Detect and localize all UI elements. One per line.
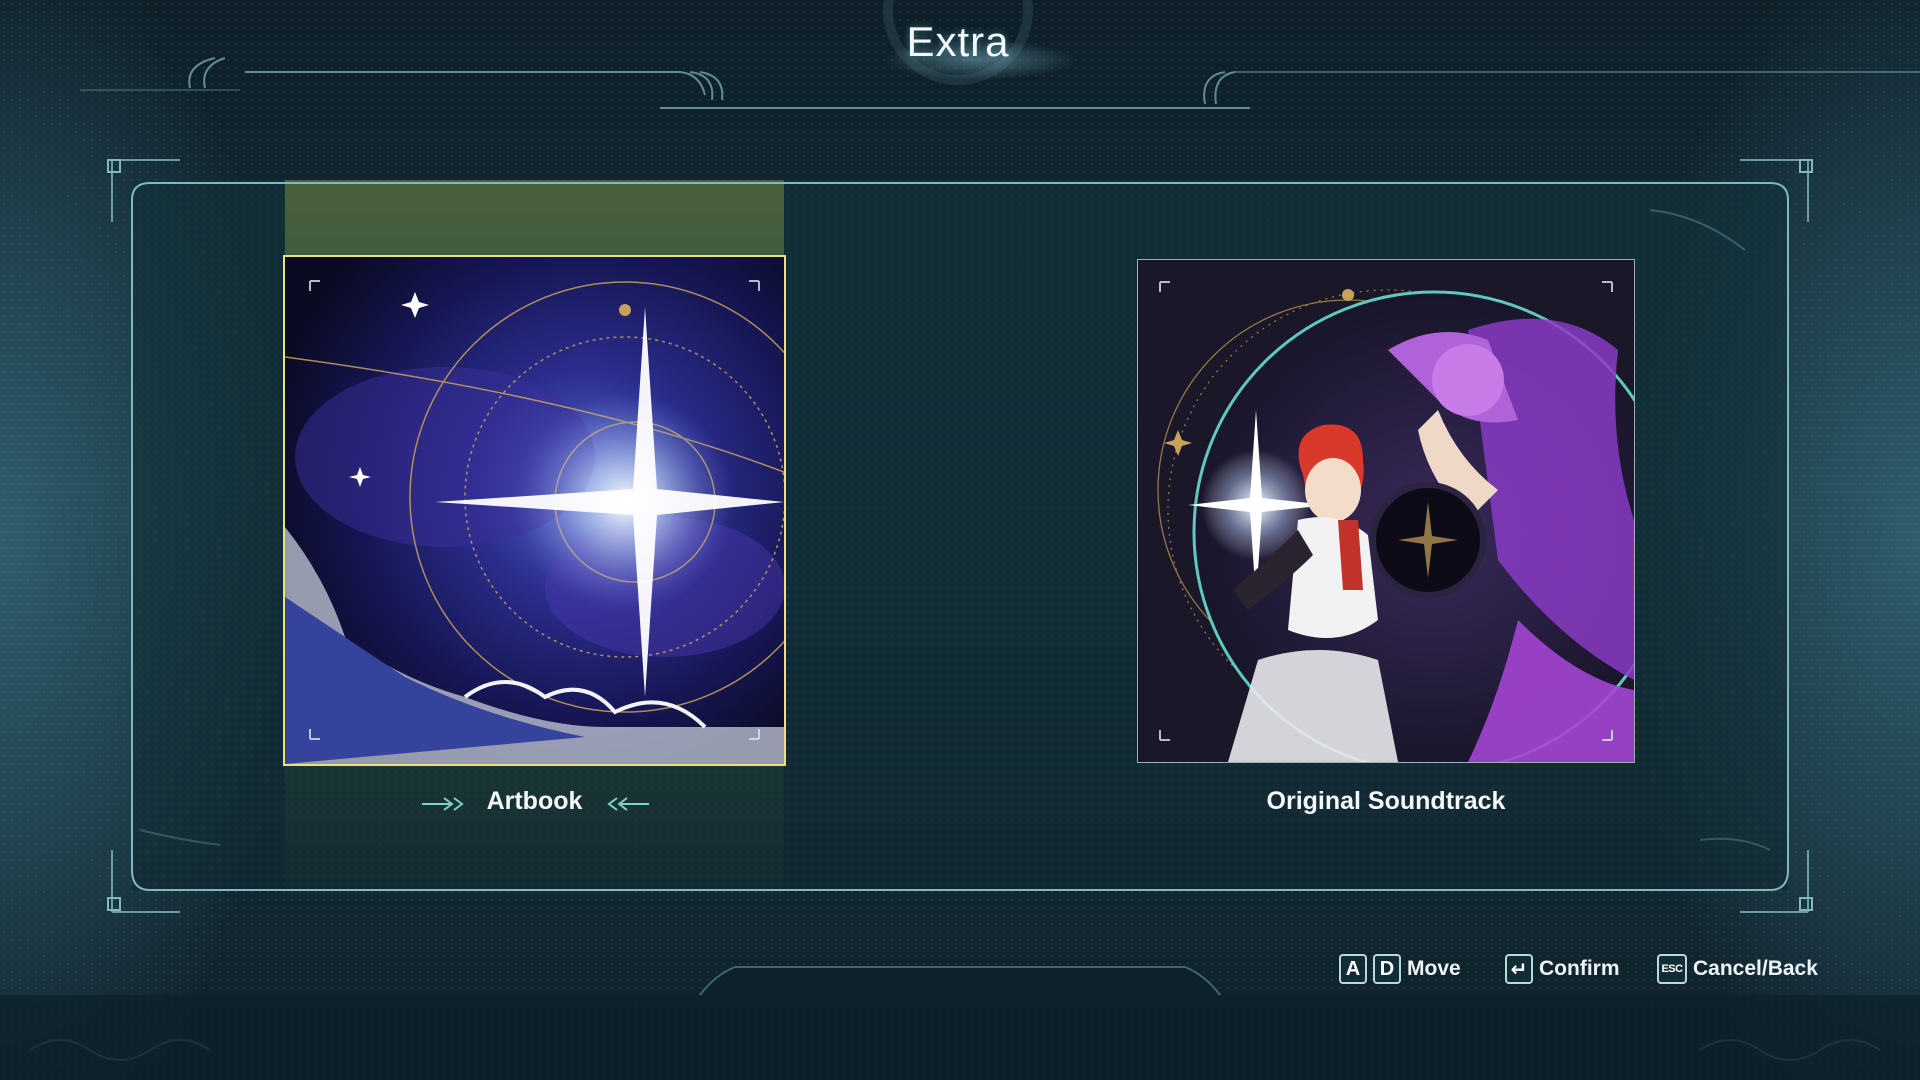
title-bar: Extra — [0, 0, 1920, 115]
card-artbook[interactable]: Artbook — [283, 255, 786, 817]
hint-move-label: Move — [1407, 957, 1461, 980]
artbook-cover — [283, 255, 786, 766]
selection-arrow-right-icon — [607, 797, 649, 811]
hint-cancel-back[interactable]: ESC Cancel/Back — [1657, 952, 1818, 986]
card-original-soundtrack[interactable]: Original Soundtrack — [1137, 259, 1635, 820]
page-title: Extra — [906, 18, 1010, 65]
hint-move: A D Move — [1339, 952, 1461, 986]
key-d-icon: D — [1373, 954, 1401, 984]
hint-cancel-back-label: Cancel/Back — [1693, 957, 1818, 980]
esc-key-icon: ESC — [1657, 954, 1687, 984]
key-a-icon: A — [1339, 954, 1367, 984]
card-label-soundtrack: Original Soundtrack — [1266, 787, 1506, 815]
selection-arrow-left-icon — [422, 797, 464, 811]
card-label-artbook: Artbook — [285, 787, 784, 816]
extra-menu-screen: Extra Artbook Original Soundtrack A D Mo… — [0, 0, 1920, 1080]
artbook-label: Artbook — [486, 787, 583, 815]
hint-confirm[interactable]: ↵ Confirm — [1505, 952, 1620, 986]
hint-confirm-label: Confirm — [1539, 957, 1620, 980]
soundtrack-cover — [1137, 259, 1635, 763]
enter-key-icon: ↵ — [1505, 954, 1533, 984]
footer-bar — [0, 966, 1920, 1080]
